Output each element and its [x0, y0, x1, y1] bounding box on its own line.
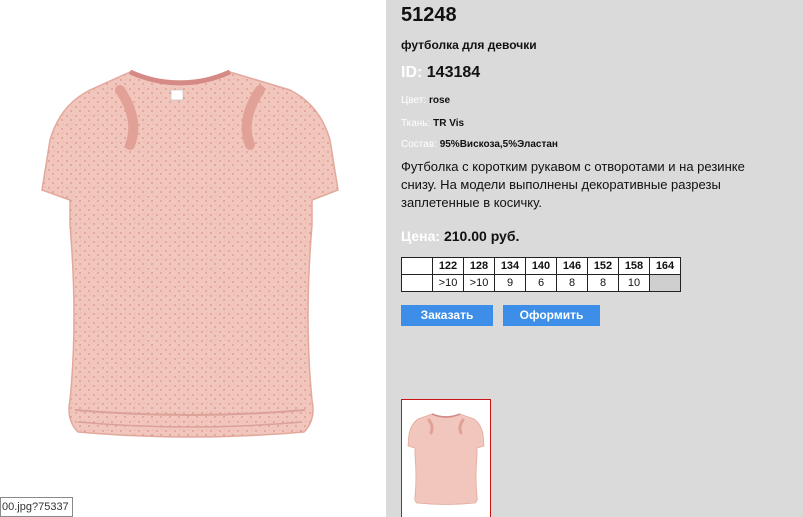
composition-value: 95%Вискоза,5%Эластан	[439, 139, 558, 150]
stock-cell[interactable]: >10	[432, 274, 464, 292]
stock-cell[interactable]: >10	[463, 274, 495, 292]
pink-tshirt-thumbnail	[407, 413, 485, 505]
size-header-row: 122 128 134 140 146 152 158 164	[401, 257, 681, 275]
color-label: Цвет:	[401, 95, 427, 106]
size-table: 122 128 134 140 146 152 158 164 >10 >10 …	[401, 257, 681, 292]
stock-row: >10 >10 9 6 8 8 10	[401, 274, 681, 292]
stock-cell	[401, 274, 433, 292]
price-label: Цена:	[401, 228, 441, 244]
pink-tshirt-image	[41, 69, 339, 438]
product-subtitle: футболка для девочки	[401, 38, 537, 52]
fabric-label: Ткань:	[401, 118, 431, 129]
composition-row: Состав: 95%Вискоза,5%Эластан	[401, 139, 558, 150]
order-button[interactable]: Заказать	[401, 305, 493, 326]
size-header-cell: 164	[649, 257, 681, 275]
size-header-cell: 152	[587, 257, 619, 275]
product-image-area: 00.jpg?75337	[0, 0, 386, 517]
size-header-cell: 146	[556, 257, 588, 275]
id-value: 143184	[426, 64, 481, 81]
size-header-cell: 128	[463, 257, 495, 275]
fabric-value: TR Vis	[433, 118, 465, 129]
id-label: ID:	[401, 64, 423, 81]
size-header-cell: 122	[432, 257, 464, 275]
size-header-cell: 140	[525, 257, 557, 275]
stock-cell[interactable]: 6	[525, 274, 557, 292]
stock-cell[interactable]: 8	[556, 274, 588, 292]
product-code: 51248	[401, 4, 457, 26]
product-info-panel: 51248 футболка для девочки ID: 143184 Цв…	[386, 0, 803, 517]
stock-cell[interactable]: 10	[618, 274, 650, 292]
size-header-cell	[401, 257, 433, 275]
color-value: rose	[428, 95, 451, 106]
product-thumbnail[interactable]	[401, 399, 491, 517]
composition-label: Состав:	[401, 139, 437, 150]
color-row: Цвет: rose	[401, 95, 450, 106]
product-id-row: ID: 143184	[401, 64, 480, 82]
size-header-cell: 134	[494, 257, 526, 275]
size-header-cell: 158	[618, 257, 650, 275]
price-value: 210.00 руб.	[443, 228, 520, 244]
stock-cell-unavailable	[649, 274, 681, 292]
price-row: Цена: 210.00 руб.	[401, 228, 519, 244]
fabric-row: Ткань: TR Vis	[401, 118, 464, 129]
stock-cell[interactable]: 8	[587, 274, 619, 292]
stock-cell[interactable]: 9	[494, 274, 526, 292]
checkout-button[interactable]: Оформить	[503, 305, 600, 326]
image-url-tooltip: 00.jpg?75337	[0, 497, 73, 517]
product-description: Футболка с коротким рукавом с отворотами…	[401, 159, 745, 210]
